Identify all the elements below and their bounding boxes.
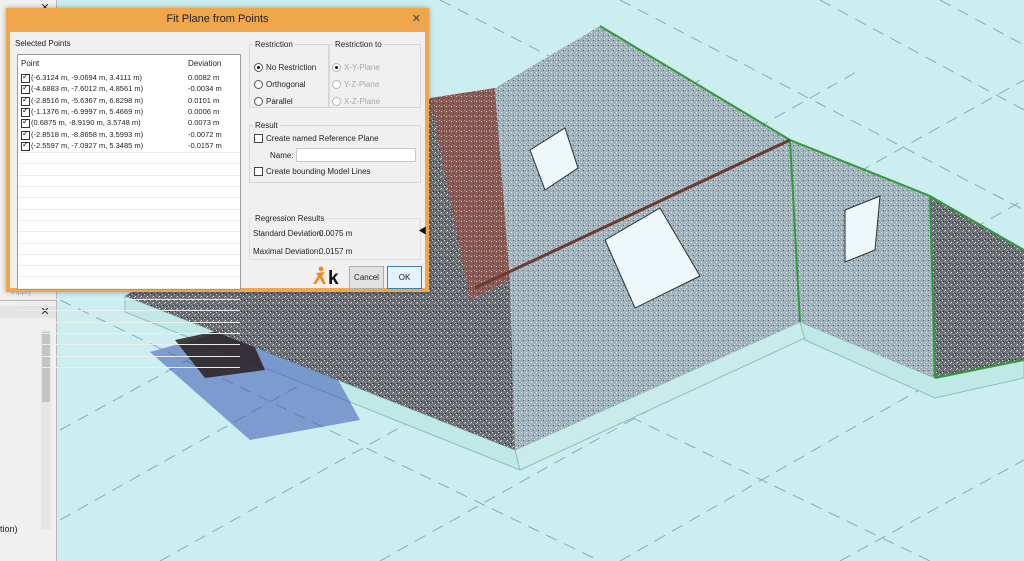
cancel-button[interactable]: Cancel xyxy=(349,266,384,289)
fit-plane-dialog: Fit Plane from Points ✕ Selected Points … xyxy=(6,8,430,368)
max-deviation-value: 0.0157 m xyxy=(319,247,353,256)
row-checkbox[interactable] xyxy=(21,95,30,106)
table-gridline xyxy=(18,276,240,278)
cell-point: (-2.8518 m, -8.8658 m, 3.5993 m) xyxy=(31,129,144,139)
cell-deviation: 0.0073 m xyxy=(188,118,220,128)
radio-label-parallel[interactable]: Parallel xyxy=(266,97,293,106)
regression-label: Regression Results xyxy=(253,214,327,223)
table-gridline xyxy=(18,344,240,346)
cell-point: (-1.1376 m, -6.9997 m, 5.4669 m) xyxy=(31,106,144,116)
table-gridline xyxy=(18,366,240,368)
cell-deviation: -0.0072 m xyxy=(188,129,222,139)
close-icon[interactable]: ✕ xyxy=(38,306,52,318)
table-gridline xyxy=(18,174,240,176)
restriction-label: Restriction xyxy=(253,40,295,49)
std-deviation-value: 0.0075 m xyxy=(319,229,353,238)
checkbox-create-reference-plane[interactable] xyxy=(254,134,263,143)
radio-label-xy-plane[interactable]: X-Y-Plane xyxy=(344,63,380,72)
table-gridline xyxy=(18,287,240,289)
radio-no-restriction[interactable] xyxy=(254,63,263,72)
table-gridline xyxy=(18,265,240,267)
cell-point: (0.6875 m, -8.9190 m, 3.5748 m) xyxy=(31,118,141,128)
table-row[interactable]: (-2.8518 m, -8.8658 m, 3.5993 m) -0.0072 … xyxy=(18,129,240,141)
table-row[interactable]: (-4.6883 m, -7.6012 m, 4.8561 m) -0.0034 … xyxy=(18,83,240,95)
cell-point: (-6.3124 m, -9.0694 m, 3.4111 m) xyxy=(31,73,143,82)
points-table[interactable]: Point Deviation (-6.3124 m, -9.0694 m, 3… xyxy=(17,54,241,368)
radio-label-no-restriction[interactable]: No Restriction xyxy=(266,63,316,72)
radio-xy-plane[interactable] xyxy=(332,63,341,72)
radio-yz-plane[interactable] xyxy=(332,80,341,89)
result-label: Result xyxy=(253,121,280,130)
logo-icon: k xyxy=(313,266,339,287)
table-row[interactable]: (-1.1376 m, -6.9997 m, 5.4669 m) 0.0006 m xyxy=(18,106,240,118)
divider xyxy=(0,300,56,301)
radio-label-yz-plane[interactable]: Y-Z-Plane xyxy=(344,80,379,89)
close-icon[interactable]: ✕ xyxy=(412,12,421,25)
table-gridline xyxy=(18,197,240,199)
selected-points-label: Selected Points xyxy=(15,39,71,48)
table-gridline xyxy=(18,152,240,154)
std-deviation-label: Standard Deviation: xyxy=(253,229,324,238)
table-gridline xyxy=(18,321,240,323)
table-gridline xyxy=(18,253,240,255)
cell-point: (-4.6883 m, -7.6012 m, 4.8561 m) xyxy=(31,84,144,94)
radio-label-orthogonal[interactable]: Orthogonal xyxy=(266,80,306,89)
table-gridline xyxy=(18,208,240,210)
scrollbar[interactable] xyxy=(41,330,51,530)
row-checkbox[interactable] xyxy=(21,106,30,117)
name-label: Name: xyxy=(270,151,294,160)
table-gridline xyxy=(18,219,240,221)
table-gridline xyxy=(18,242,240,244)
row-checkbox[interactable] xyxy=(21,72,30,83)
cell-deviation: -0.0034 m xyxy=(188,84,222,94)
table-row[interactable]: (-2.8516 m, -5.6367 m, 6.8298 m) 0.0101 m xyxy=(18,95,240,107)
checkbox-label-create-model-lines[interactable]: Create bounding Model Lines xyxy=(266,167,371,176)
cell-deviation: -0.0157 m xyxy=(188,140,222,150)
logo-text: k xyxy=(328,268,339,287)
checkbox-create-model-lines[interactable] xyxy=(254,167,263,176)
table-row[interactable]: (-2.5597 m, -7.0927 m, 5.3485 m) -0.0157 … xyxy=(18,140,240,152)
table-row[interactable]: (0.6875 m, -8.9190 m, 3.5748 m) 0.0073 m xyxy=(18,117,240,129)
row-checkbox[interactable] xyxy=(21,140,30,151)
table-gridline xyxy=(18,231,240,233)
table-gridline xyxy=(18,186,240,187)
checkbox-label-create-reference-plane[interactable]: Create named Reference Plane xyxy=(266,134,379,143)
restriction-to-label: Restriction to xyxy=(333,40,384,49)
table-row[interactable]: (-6.3124 m, -9.0694 m, 3.4111 m) 0.0082 m xyxy=(18,72,240,84)
cell-deviation: 0.0101 m xyxy=(188,95,220,105)
radio-label-xz-plane[interactable]: X-Z-Plane xyxy=(344,97,380,106)
radio-parallel[interactable] xyxy=(254,97,263,106)
panel-text: tion) xyxy=(0,524,18,534)
radio-xz-plane[interactable] xyxy=(332,97,341,106)
max-deviation-label: Maximal Deviation: xyxy=(253,247,321,256)
cell-deviation: 0.0082 m xyxy=(188,73,220,82)
dialog-title[interactable]: Fit Plane from Points xyxy=(6,8,429,30)
name-input[interactable] xyxy=(296,148,416,162)
ok-button[interactable]: OK xyxy=(387,266,422,289)
table-gridline xyxy=(18,310,240,312)
cell-deviation: 0.0006 m xyxy=(188,106,220,116)
cell-point: (-2.8516 m, -5.6367 m, 6.8298 m) xyxy=(31,95,144,105)
column-header-deviation[interactable]: Deviation xyxy=(188,59,221,68)
cell-point: (-2.5597 m, -7.0927 m, 5.3485 m) xyxy=(31,140,144,150)
table-gridline xyxy=(18,299,240,300)
radio-orthogonal[interactable] xyxy=(254,80,263,89)
row-checkbox[interactable] xyxy=(21,117,30,129)
table-gridline xyxy=(18,332,240,334)
row-checkbox[interactable] xyxy=(21,83,30,95)
table-gridline xyxy=(18,163,240,165)
dialog-body: Selected Points Point Deviation (-6.3124… xyxy=(10,32,430,368)
column-header-point[interactable]: Point xyxy=(21,59,39,68)
row-checkbox[interactable] xyxy=(21,129,30,140)
table-gridline xyxy=(18,355,240,357)
